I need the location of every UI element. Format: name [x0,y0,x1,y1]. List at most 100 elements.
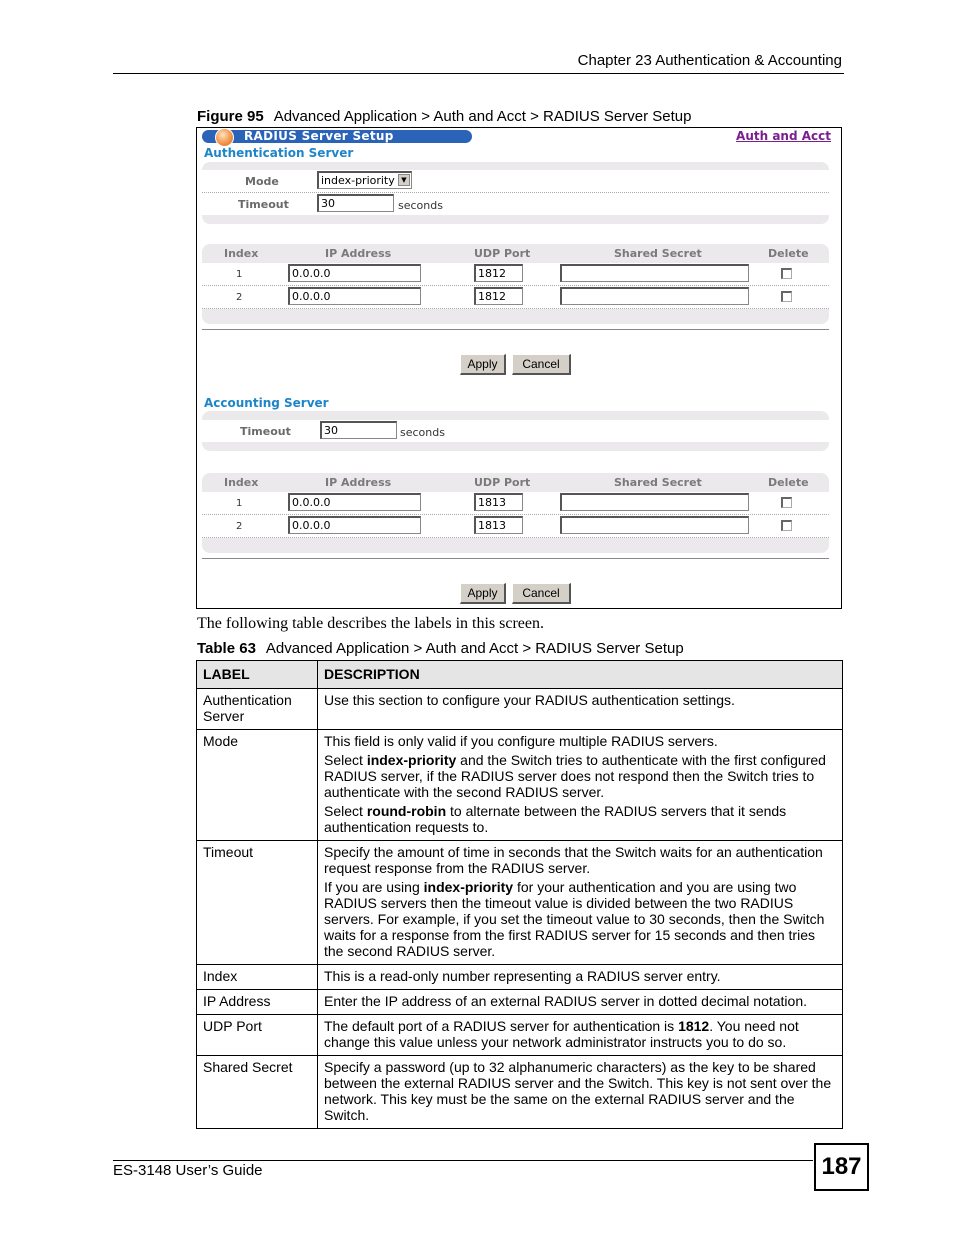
label-description-table: LABEL DESCRIPTION Authentication Server U… [196,660,843,1129]
page-header: Chapter 23 Authentication & Accounting [113,0,844,75]
description-paragraph: Specify a password (up to 32 alphanumeri… [324,1059,832,1123]
delete-checkbox[interactable] [781,291,792,302]
auth-apply-button[interactable]: Apply [460,354,506,375]
shared-secret-input[interactable] [560,287,749,305]
row-description: This is a read-only number representing … [317,964,843,990]
acct-timeout-input[interactable] [320,421,397,439]
udp-port-input[interactable] [474,264,523,282]
row-description: Enter the IP address of an external RADI… [317,989,843,1015]
shared-secret-input[interactable] [560,516,749,534]
row-index: 1 [236,498,243,509]
auth-mode-value: index-priority [321,174,395,187]
acct-apply-button[interactable]: Apply [460,583,506,604]
acct-cancel-button[interactable]: Cancel [512,583,571,604]
row-label: Index [196,964,318,990]
auth-settings-panel: Mode index-priority ▼ Timeout seconds [202,162,829,224]
chapter-title: Chapter 23 Authentication & Accounting [577,52,842,69]
row-description: This field is only valid if you configur… [317,729,843,841]
shared-secret-input[interactable] [560,493,749,511]
figure-number: Figure 95 [197,108,264,125]
col-shared-secret: Shared Secret [614,476,702,489]
row-description: Use this section to configure your RADIU… [317,688,843,730]
page-number: 187 [814,1143,869,1191]
table-row: IP Address Enter the IP address of an ext… [196,989,843,1015]
emphasis: round-robin [366,803,447,819]
auth-timeout-label: Timeout [238,198,289,211]
auth-timeout-unit: seconds [398,199,443,212]
auth-and-acct-link[interactable]: Auth and Acct [736,129,831,143]
col-shared-secret: Shared Secret [614,247,702,260]
udp-port-input[interactable] [474,493,523,511]
acct-server-row: 1 [202,492,829,515]
row-description: The default port of a RADIUS server for … [317,1014,843,1056]
acct-timeout-unit: seconds [400,426,445,439]
table-body: Authentication Server Use this section to… [196,688,843,1129]
description-paragraph: Specify the amount of time in seconds th… [324,844,823,876]
description-paragraph: If you are using index-priority for your… [324,879,825,959]
emphasis: index-priority [366,752,457,768]
delete-checkbox[interactable] [781,268,792,279]
acct-timeout-label: Timeout [240,425,291,438]
page-footer: ES-3148 User’s Guide 187 [113,1140,873,1200]
divider [202,329,829,330]
row-index: 1 [236,269,243,280]
auth-cancel-button[interactable]: Cancel [512,354,571,375]
description-paragraph: This field is only valid if you configur… [324,733,718,749]
delete-checkbox[interactable] [781,520,792,531]
auth-server-row: 1 [202,263,829,286]
auth-mode-select[interactable]: index-priority ▼ [317,171,412,189]
header-label: LABEL [196,660,318,689]
row-label: Mode [196,729,318,841]
header-rule [113,73,844,74]
radius-setup-screen: RADIUS Server Setup Auth and Acct Authen… [196,127,842,609]
row-index: 2 [236,521,243,532]
screen-title-bar: RADIUS Server Setup [202,128,472,147]
figure-caption: Figure 95 Advanced Application > Auth and… [197,108,691,125]
auth-section-title: Authentication Server [204,146,354,160]
figure-title: Advanced Application > Auth and Acct > R… [273,108,692,125]
row-description: Specify the amount of time in seconds th… [317,840,843,965]
row-label: Shared Secret [196,1055,318,1129]
ip-address-input[interactable] [288,264,421,282]
row-description: Specify a password (up to 32 alphanumeri… [317,1055,843,1129]
description-paragraph: This is a read-only number representing … [324,968,721,984]
divider [202,558,829,559]
table-number: Table 63 [197,640,256,657]
auth-mode-label: Mode [245,175,279,188]
table-title: Advanced Application > Auth and Acct > R… [265,640,684,657]
udp-port-input[interactable] [474,287,523,305]
orb-icon [215,128,234,147]
col-delete: Delete [768,247,809,260]
delete-checkbox[interactable] [781,497,792,508]
table-row: Timeout Specify the amount of time in sec… [196,840,843,965]
auth-timeout-input[interactable] [317,194,394,212]
description-paragraph: Enter the IP address of an external RADI… [324,993,807,1009]
col-udp-port: UDP Port [474,247,531,260]
udp-port-input[interactable] [474,516,523,534]
table-header-row: LABEL DESCRIPTION [196,660,843,689]
ip-address-input[interactable] [288,493,421,511]
row-label: Authentication Server [196,688,318,730]
ip-address-input[interactable] [288,287,421,305]
acct-settings-panel: Timeout seconds [202,411,829,451]
ip-address-input[interactable] [288,516,421,534]
col-delete: Delete [768,476,809,489]
description-paragraph: Use this section to configure your RADIU… [324,692,735,708]
row-label: IP Address [196,989,318,1015]
col-index: Index [224,476,259,489]
table-row: Shared Secret Specify a password (up to 3… [196,1055,843,1129]
col-index: Index [224,247,259,260]
description-paragraph: Select round-robin to alternate between … [324,803,787,835]
row-label: UDP Port [196,1014,318,1056]
shared-secret-input[interactable] [560,264,749,282]
description-paragraph: Select index-priority and the Switch tri… [324,752,826,800]
auth-timeout-row: Timeout seconds [202,193,829,215]
intro-text: The following table describes the labels… [197,615,545,632]
chevron-down-icon[interactable]: ▼ [398,174,410,186]
screen-title: RADIUS Server Setup [244,129,394,143]
guide-title: ES-3148 User’s Guide [113,1162,263,1179]
description-paragraph: The default port of a RADIUS server for … [324,1018,799,1050]
footer-rule [113,1160,813,1161]
table-row: Authentication Server Use this section to… [196,688,843,730]
header-description: DESCRIPTION [317,660,843,689]
